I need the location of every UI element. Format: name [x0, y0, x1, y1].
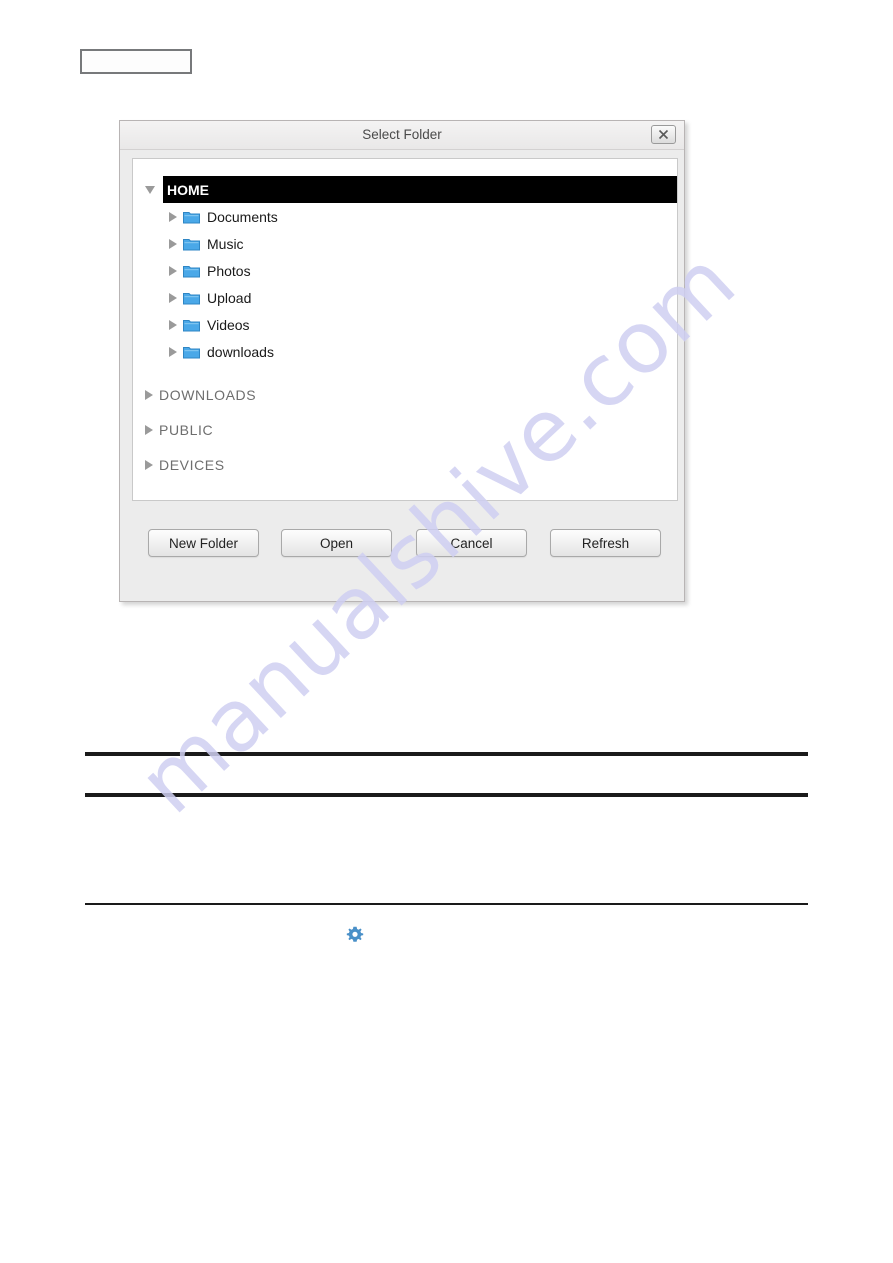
- chevron-right-icon[interactable]: [169, 238, 177, 249]
- tree-group-devices[interactable]: DEVICES: [133, 447, 677, 482]
- folder-icon: [183, 264, 207, 278]
- horizontal-rule-bottom: [85, 903, 808, 905]
- tree-item-videos[interactable]: Videos: [133, 311, 677, 338]
- tree-item-downloads-folder[interactable]: downloads: [133, 338, 677, 365]
- tree-item-label: Photos: [207, 262, 251, 279]
- open-button[interactable]: Open: [281, 529, 392, 557]
- tree-group-label: PUBLIC: [159, 421, 214, 438]
- tree-group-downloads[interactable]: DOWNLOADS: [133, 377, 677, 412]
- tree-item-music[interactable]: Music: [133, 230, 677, 257]
- select-folder-dialog: Select Folder HOME Documents Music Photo…: [119, 120, 685, 602]
- dialog-title: Select Folder: [362, 127, 442, 142]
- cancel-button[interactable]: Cancel: [416, 529, 527, 557]
- chevron-right-icon[interactable]: [169, 265, 177, 276]
- folder-tree[interactable]: HOME Documents Music Photos Upload Video…: [132, 158, 678, 501]
- tree-item-photos[interactable]: Photos: [133, 257, 677, 284]
- tree-item-upload[interactable]: Upload: [133, 284, 677, 311]
- chevron-right-icon[interactable]: [145, 459, 153, 470]
- chevron-right-icon[interactable]: [169, 346, 177, 357]
- folder-icon: [183, 345, 207, 359]
- chevron-right-icon[interactable]: [169, 292, 177, 303]
- top-placeholder-field[interactable]: [80, 49, 192, 74]
- tree-item-label: HOME: [167, 181, 209, 198]
- tree-item-label: Documents: [207, 208, 278, 225]
- tree-item-label: Videos: [207, 316, 250, 333]
- tree-group-public[interactable]: PUBLIC: [133, 412, 677, 447]
- gear-icon: [346, 926, 364, 944]
- chevron-right-icon[interactable]: [145, 389, 153, 400]
- tree-item-label: Music: [207, 235, 244, 252]
- close-icon: [658, 129, 669, 140]
- dialog-button-bar: New Folder Open Cancel Refresh: [120, 529, 684, 569]
- tree-item-documents[interactable]: Documents: [133, 203, 677, 230]
- chevron-down-icon[interactable]: [145, 186, 155, 194]
- folder-icon: [183, 318, 207, 332]
- chevron-right-icon[interactable]: [169, 319, 177, 330]
- tree-item-label: downloads: [207, 343, 274, 360]
- tree-item-home[interactable]: HOME: [145, 176, 677, 203]
- chevron-right-icon[interactable]: [145, 424, 153, 435]
- folder-icon: [183, 210, 207, 224]
- new-folder-button[interactable]: New Folder: [148, 529, 259, 557]
- horizontal-rule-top: [85, 752, 808, 756]
- chevron-right-icon[interactable]: [169, 211, 177, 222]
- horizontal-rule-middle: [85, 793, 808, 797]
- folder-icon: [183, 291, 207, 305]
- refresh-button[interactable]: Refresh: [550, 529, 661, 557]
- tree-group-label: DOWNLOADS: [159, 386, 257, 403]
- tree-item-label: Upload: [207, 289, 252, 306]
- dialog-titlebar: Select Folder: [120, 121, 684, 150]
- close-button[interactable]: [651, 125, 676, 144]
- tree-group-label: DEVICES: [159, 456, 225, 473]
- folder-icon: [183, 237, 207, 251]
